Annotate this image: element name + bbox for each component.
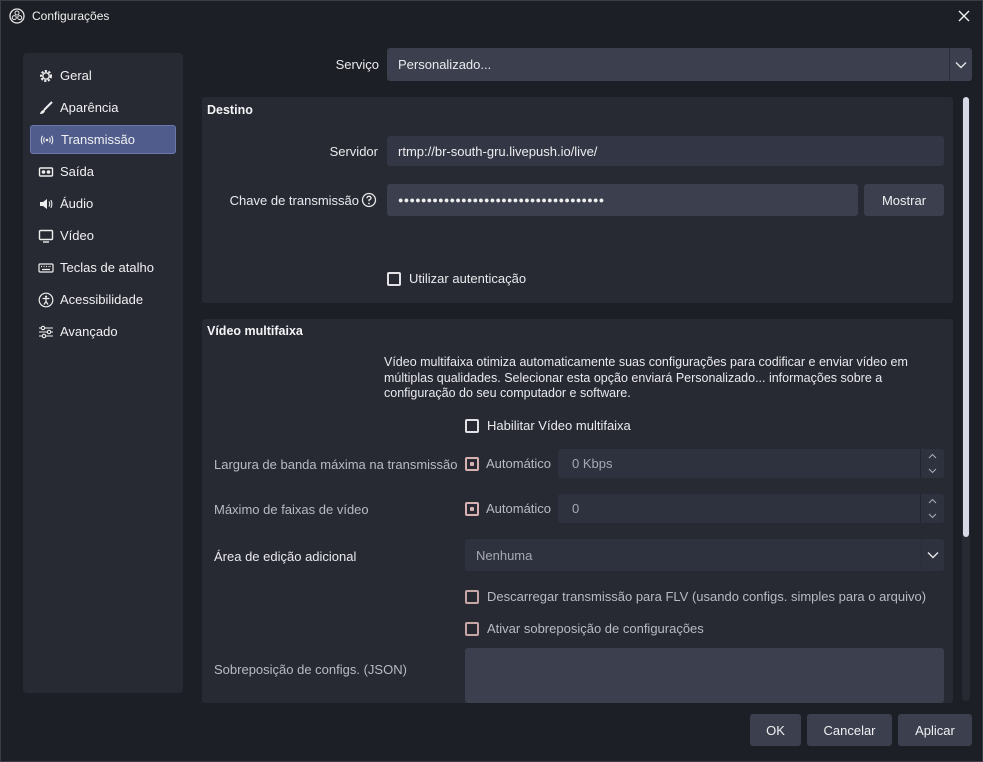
bandwidth-value: 0 Kbps <box>572 456 613 471</box>
spin-down-icon <box>921 509 944 524</box>
checkbox-box <box>465 501 479 516</box>
stream-key-input[interactable]: ●●●●●●●●●●●●●●●●●●●●●●●●●●●●●●●●●●●● <box>387 184 858 216</box>
sidebar-item-aparencia[interactable]: Aparência <box>30 93 176 122</box>
use-auth-label: Utilizar autenticação <box>409 271 527 286</box>
bandwidth-label: Largura de banda máxima na transmissão <box>214 457 458 472</box>
additional-canvas-select[interactable]: Nenhuma <box>465 539 944 571</box>
spin-up-icon <box>921 449 944 464</box>
service-label: Serviço <box>335 57 379 72</box>
tracks-auto-label: Automático <box>486 501 552 516</box>
sidebar-item-label: Acessibilidade <box>60 292 144 307</box>
accessibility-icon <box>37 291 55 309</box>
window-title: Configurações <box>32 9 110 23</box>
checkbox-box <box>387 271 401 286</box>
sidebar-item-audio[interactable]: Áudio <box>30 189 176 218</box>
checkbox-box <box>465 589 479 604</box>
spin-down-icon <box>921 464 944 479</box>
sidebar-item-teclas[interactable]: Teclas de atalho <box>30 253 176 282</box>
stream-key-value: ●●●●●●●●●●●●●●●●●●●●●●●●●●●●●●●●●●●● <box>398 195 605 205</box>
sidebar-item-label: Teclas de atalho <box>60 260 154 275</box>
scrollbar-thumb[interactable] <box>963 97 969 537</box>
brush-icon <box>37 99 55 117</box>
json-override-label: Sobreposição de configs. (JSON) <box>214 662 407 677</box>
sidebar-item-label: Avançado <box>60 324 118 339</box>
title-bar: Configurações <box>1 1 982 32</box>
config-override-checkbox[interactable]: Ativar sobreposição de configurações <box>465 621 704 636</box>
settings-window: Configurações Geral Aparência Transmissã… <box>0 0 983 762</box>
max-tracks-spinbox: 0 <box>558 494 944 523</box>
chevron-down-icon <box>949 48 972 81</box>
checkbox-box <box>465 456 479 471</box>
multitrack-title: Vídeo multifaixa <box>207 324 303 338</box>
gear-icon <box>37 67 55 85</box>
max-tracks-label: Máximo de faixas de vídeo <box>214 502 369 517</box>
max-tracks-value: 0 <box>572 501 580 516</box>
output-icon <box>37 163 55 181</box>
checkbox-box <box>465 621 479 636</box>
keyboard-icon <box>37 259 55 277</box>
sidebar-item-video[interactable]: Vídeo <box>30 221 176 250</box>
dump-flv-label: Descarregar transmissão para FLV (usando… <box>487 589 927 604</box>
help-icon[interactable] <box>361 192 377 208</box>
cancel-button[interactable]: Cancelar <box>807 714 892 746</box>
sidebar-item-saida[interactable]: Saída <box>30 157 176 186</box>
server-value: rtmp://br-south-gru.livepush.io/live/ <box>398 143 598 159</box>
checkbox-box <box>465 418 479 433</box>
tracks-auto-checkbox: Automático <box>465 501 551 516</box>
sidebar-item-geral[interactable]: Geral <box>30 61 176 90</box>
service-value: Personalizado... <box>398 57 492 72</box>
sidebar-item-label: Aparência <box>60 100 119 115</box>
sidebar-item-acessibilidade[interactable]: Acessibilidade <box>30 285 176 314</box>
settings-sidebar: Geral Aparência Transmissão Saída Áudio <box>23 53 183 693</box>
ok-button[interactable]: OK <box>750 714 801 746</box>
apply-button[interactable]: Aplicar <box>898 714 972 746</box>
close-button[interactable] <box>954 6 974 26</box>
bandwidth-auto-checkbox: Automático <box>465 456 551 471</box>
chevron-down-icon <box>921 539 944 571</box>
sidebar-item-label: Áudio <box>60 196 94 211</box>
speaker-icon <box>37 195 55 213</box>
json-override-textarea[interactable] <box>465 648 944 703</box>
server-label: Servidor <box>329 144 378 159</box>
service-select[interactable]: Personalizado... <box>387 48 972 81</box>
enable-multitrack-checkbox[interactable]: Habilitar Vídeo multifaixa <box>465 418 631 433</box>
server-input[interactable]: rtmp://br-south-gru.livepush.io/live/ <box>387 136 944 166</box>
spin-up-icon <box>921 494 944 509</box>
bandwidth-spinbox: 0 Kbps <box>558 449 944 478</box>
sidebar-item-label: Saída <box>60 164 94 179</box>
bandwidth-auto-label: Automático <box>486 456 552 471</box>
sidebar-item-label: Geral <box>60 68 92 83</box>
enable-multitrack-label: Habilitar Vídeo multifaixa <box>487 418 631 433</box>
additional-canvas-value: Nenhuma <box>476 547 533 563</box>
multitrack-description: Vídeo multifaixa otimiza automaticamente… <box>384 355 908 400</box>
sidebar-item-avancado[interactable]: Avançado <box>30 317 176 346</box>
monitor-icon <box>37 227 55 245</box>
sliders-icon <box>37 323 55 341</box>
close-icon <box>958 10 970 22</box>
use-auth-checkbox[interactable]: Utilizar autenticação <box>387 271 526 286</box>
stream-key-label: Chave de transmissão <box>229 193 359 208</box>
sidebar-item-transmissao[interactable]: Transmissão <box>30 125 176 154</box>
obs-logo-icon <box>9 8 25 24</box>
config-override-label: Ativar sobreposição de configurações <box>487 621 704 636</box>
sidebar-item-label: Transmissão <box>61 132 135 147</box>
broadcast-icon <box>38 131 56 149</box>
scrollbar[interactable] <box>962 97 970 701</box>
sidebar-item-label: Vídeo <box>60 228 94 243</box>
dump-flv-checkbox[interactable]: Descarregar transmissão para FLV (usando… <box>465 589 926 604</box>
destination-title: Destino <box>207 103 253 117</box>
additional-canvas-label: Área de edição adicional <box>214 549 357 564</box>
show-key-button[interactable]: Mostrar <box>864 184 944 216</box>
